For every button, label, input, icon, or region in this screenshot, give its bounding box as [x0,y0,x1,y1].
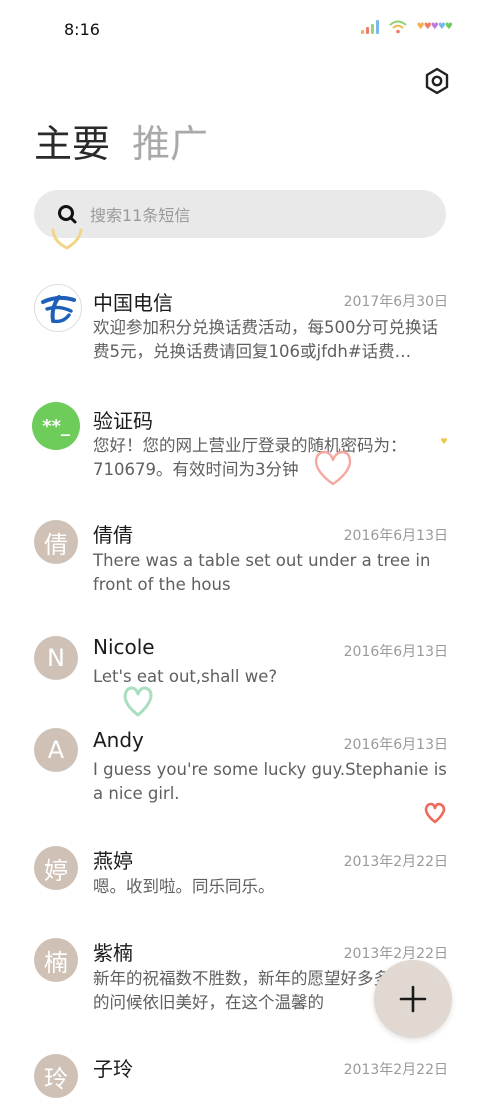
battery-icon: ♥♥♥♥♥ [416,22,453,32]
message-snippet: I guess you're some lucky guy.Stephanie … [93,760,447,803]
status-time: 8:16 [64,20,100,39]
gear-icon [425,67,449,95]
avatar: N [34,636,78,680]
search-icon [58,205,77,224]
wifi-icon [388,20,407,34]
new-message-button[interactable] [374,960,452,1038]
list-item[interactable]: N Nicole 2016年6月13日 Let's eat out,shall … [0,634,480,724]
contact-name: Nicole [93,635,155,659]
message-snippet: 您好！您的网上营业厅登录的随机密码为：710679。有效时间为3分钟 [93,436,407,479]
yellow-dot-sticker-decoration [441,438,447,444]
list-item[interactable]: 中国电信 2017年6月30日 欢迎参加积分兑换话费活动，每500分可兑换话费5… [0,280,480,390]
search-placeholder: 搜索11条短信 [90,206,191,225]
list-item[interactable]: 婷 燕婷 2013年2月22日 嗯。收到啦。同乐同乐。 [0,844,480,934]
message-snippet: 嗯。收到啦。同乐同乐。 [93,877,275,896]
signal-icon [360,20,379,34]
contact-name: 燕婷 [93,849,133,873]
tab-primary[interactable]: 主要 [34,118,110,170]
message-date: 2013年2月22日 [343,946,448,962]
plus-icon [399,985,427,1013]
search-bar[interactable]: 搜索11条短信 [34,190,446,238]
red-heart-sticker-decoration [424,802,446,824]
contact-name: 倩倩 [93,523,133,547]
contact-name: Andy [93,728,144,752]
tab-promotions[interactable]: 推广 [132,118,208,170]
message-date: 2016年6月13日 [343,528,448,544]
list-item[interactable]: 玲 子玲 2013年2月22日 [0,1052,480,1098]
avatar: 倩 [34,520,78,564]
avatar: 楠 [34,938,78,982]
heart-sticker-decoration [51,228,83,250]
avatar: 婷 [34,846,78,890]
message-snippet: There was a table set out under a tree i… [93,551,431,594]
avatar: A [34,728,78,772]
pink-heart-sticker-decoration [314,450,352,486]
avatar: **_ [32,402,80,450]
message-date: 2013年2月22日 [343,854,448,870]
message-date: 2017年6月30日 [343,294,448,310]
list-item[interactable]: 倩 倩倩 2016年6月13日 There was a table set ou… [0,516,480,626]
system-icons: ♥♥♥♥♥ [360,20,453,34]
contact-name: 紫楠 [93,941,133,965]
tab-bar: 主要 推广 [34,118,208,170]
green-heart-sticker-decoration [123,686,153,717]
china-telecom-avatar [34,284,82,332]
china-telecom-logo-icon [39,289,77,327]
message-snippet: 欢迎参加积分兑换话费活动，每500分可兑换话费5元，兑换话费请回复106或jfd… [93,318,438,361]
contact-name: 子玲 [93,1057,133,1081]
message-date: 2016年6月13日 [343,644,448,660]
list-item[interactable]: A Andy 2016年6月13日 I guess you're some lu… [0,726,480,836]
settings-button[interactable] [420,64,454,98]
contact-name: 验证码 [93,409,153,433]
status-bar: 8:16 ♥♥♥♥♥ [0,0,480,60]
message-date: 2013年2月22日 [343,1062,448,1078]
message-date: 2016年6月13日 [343,737,448,753]
list-item[interactable]: **_ 验证码 您好！您的网上营业厅登录的随机密码为：710679。有效时间为3… [0,398,480,508]
contact-name: 中国电信 [93,291,173,315]
avatar: 玲 [34,1054,78,1098]
